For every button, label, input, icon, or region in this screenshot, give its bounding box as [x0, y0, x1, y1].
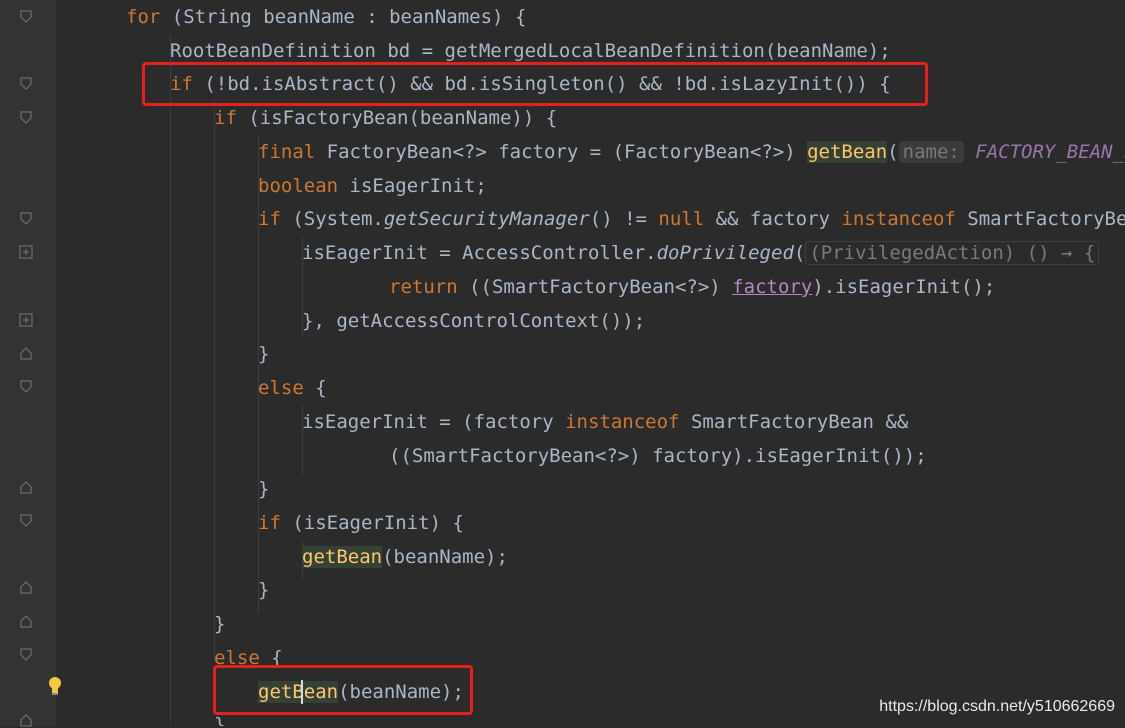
code-line[interactable]: else { — [258, 371, 327, 405]
code-line[interactable]: if (isEagerInit) { — [258, 506, 464, 540]
keyword: if — [258, 512, 281, 534]
annotation-box — [213, 665, 473, 715]
code-text: () != — [589, 208, 659, 230]
code-area[interactable]: for (String beanName : beanNames) { Root… — [56, 0, 1125, 726]
fold-expand-icon[interactable] — [18, 312, 34, 328]
fold-end-icon[interactable] — [18, 613, 34, 629]
code-text: ).isEagerInit(); — [812, 276, 996, 298]
code-text: SmartFactoryBean && — [679, 411, 909, 433]
code-line[interactable]: boolean isEagerInit; — [258, 169, 487, 203]
code-line[interactable]: }, getAccessControlContext()); — [302, 304, 645, 338]
keyword: final — [258, 141, 316, 163]
fold-end-icon[interactable] — [18, 345, 34, 361]
code-text: (System. — [280, 208, 384, 230]
brace: } — [214, 613, 226, 635]
keyword: for — [126, 6, 161, 28]
fold-collapse-icon[interactable] — [18, 647, 34, 663]
keyword: null — [658, 208, 705, 230]
keyword: if — [214, 107, 237, 129]
fold-collapse-icon[interactable] — [18, 76, 34, 92]
captured-variable[interactable]: factory — [732, 276, 812, 298]
constant[interactable]: FACTORY_BEAN_PRE — [964, 141, 1125, 163]
method-call[interactable]: getBean — [807, 141, 888, 163]
brace: { — [545, 107, 558, 129]
code-text: && factory — [704, 208, 842, 230]
fold-collapse-icon[interactable] — [18, 379, 34, 395]
fold-collapse-icon[interactable] — [18, 513, 34, 529]
brace: } — [258, 478, 270, 500]
static-method[interactable]: getSecurityManager — [384, 208, 590, 230]
static-method[interactable]: doPrivileged — [657, 242, 794, 264]
code-line[interactable]: getBean(beanName); — [302, 540, 508, 574]
parameter-hint: name: — [898, 141, 964, 163]
brace: { — [514, 6, 527, 28]
code-line[interactable]: } — [258, 573, 269, 607]
indent-guide — [214, 100, 215, 660]
code-text: RootBeanDefinition bd = getMergedLocalBe… — [170, 40, 891, 62]
code-line[interactable]: final FactoryBean<?> factory = (FactoryB… — [258, 135, 1125, 169]
fold-collapse-icon[interactable] — [18, 211, 34, 227]
code-line[interactable]: isEagerInit = AccessController.doPrivile… — [302, 236, 1100, 270]
keyword: else — [258, 377, 304, 399]
paren: ( — [887, 141, 899, 163]
code-text: isEagerInit; — [338, 175, 487, 197]
code-text: ((SmartFactoryBean<?>) factory).isEagerI… — [389, 445, 927, 467]
fold-end-icon[interactable] — [18, 579, 34, 595]
code-line[interactable]: } — [214, 607, 225, 641]
code-text: isEagerInit = (factory — [302, 411, 566, 433]
editor-gutter[interactable] — [0, 0, 56, 727]
code-text: }, getAccessControlContext()); — [302, 310, 646, 332]
fold-collapse-icon[interactable] — [18, 9, 34, 25]
fold-collapse-icon[interactable] — [18, 110, 34, 126]
method-call[interactable]: getBean — [302, 546, 383, 568]
code-text: FactoryBean<?> factory = (FactoryBean<?>… — [315, 141, 808, 163]
keyword: instanceof — [841, 208, 956, 230]
code-text: (beanName); — [382, 546, 508, 568]
code-line[interactable]: ((SmartFactoryBean<?>) factory).isEagerI… — [389, 439, 927, 473]
code-text: (isFactoryBean(beanName)) — [236, 107, 546, 129]
code-line[interactable]: return ((SmartFactoryBean<?>) factory).i… — [389, 270, 995, 304]
code-text: (String beanName : beanNames) — [160, 6, 515, 28]
code-line[interactable]: for (String beanName : beanNames) { — [126, 0, 526, 34]
watermark: https://blog.csdn.net/y510662669 — [879, 698, 1115, 715]
lambda-hint: (PrivilegedAction) () → { — [805, 241, 1100, 265]
fold-end-icon[interactable] — [18, 479, 34, 495]
code-text: { — [303, 377, 327, 399]
keyword: instanceof — [565, 411, 680, 433]
keyword: return — [389, 276, 458, 298]
fold-expand-icon[interactable] — [18, 244, 34, 260]
code-text: SmartFactoryBean) — [967, 208, 1125, 230]
brace: } — [258, 579, 270, 601]
code-line[interactable]: } — [258, 472, 269, 506]
keyword: boolean — [258, 175, 339, 197]
code-text: isEagerInit = AccessController. — [302, 242, 657, 264]
paren: ( — [793, 242, 806, 264]
keyword: if — [258, 208, 281, 230]
annotation-box — [142, 62, 928, 106]
code-line[interactable]: if (System.getSecurityManager() != null … — [258, 202, 1125, 236]
code-line[interactable]: } — [258, 337, 269, 371]
code-editor[interactable]: for (String beanName : beanNames) { Root… — [0, 0, 1125, 727]
code-line[interactable]: isEagerInit = (factory instanceof SmartF… — [302, 405, 908, 439]
code-text: ((SmartFactoryBean<?>) — [457, 276, 733, 298]
indent-guide — [170, 34, 171, 724]
brace: } — [214, 714, 226, 726]
brace: } — [258, 343, 270, 365]
code-line[interactable]: if (isFactoryBean(beanName)) { — [214, 101, 557, 135]
code-text: (isEagerInit) { — [280, 512, 464, 534]
